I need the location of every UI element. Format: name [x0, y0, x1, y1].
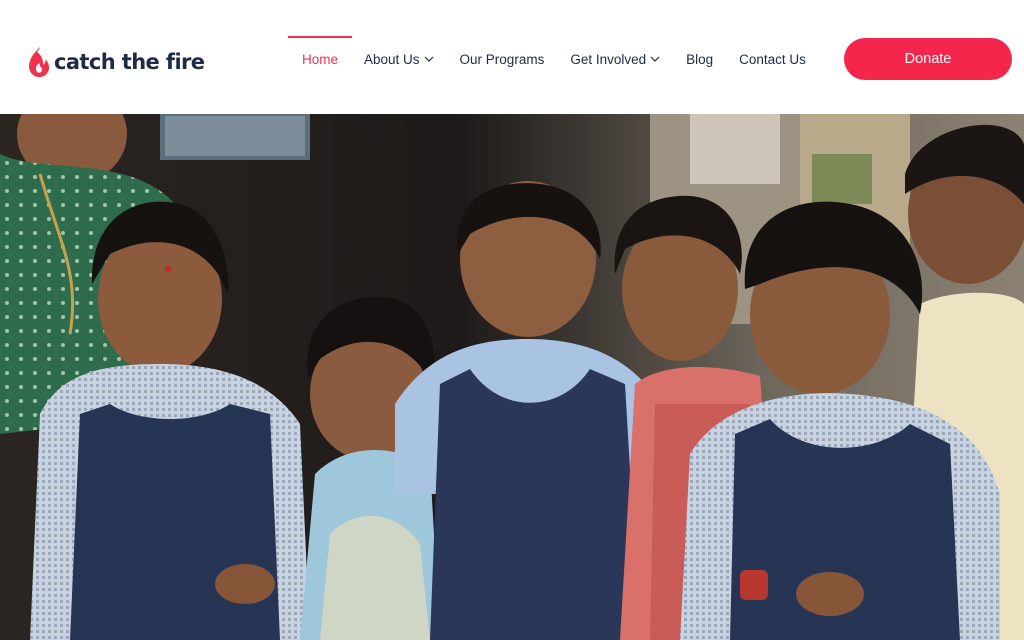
nav-label: Home [302, 51, 339, 67]
flame-icon [29, 47, 49, 77]
nav-item-about-us[interactable]: About Us [364, 36, 434, 82]
nav-item-home[interactable]: Home [288, 36, 353, 82]
nav-label: Blog [686, 51, 714, 67]
logo-text: catch the fire [54, 50, 205, 74]
nav-item-contact-us[interactable]: Contact Us [739, 36, 806, 82]
chevron-down-icon [650, 56, 660, 62]
nav-label: Contact Us [739, 51, 806, 67]
chevron-down-icon [424, 56, 433, 62]
active-indicator [288, 36, 353, 38]
logo[interactable]: catch the fire [28, 44, 205, 80]
children-photo [0, 114, 1024, 640]
main-nav: Home About Us Our Programs Get Involved … [288, 36, 832, 82]
nav-label: About Us [364, 51, 420, 67]
donate-button[interactable]: Donate [844, 38, 1012, 80]
nav-item-blog[interactable]: Blog [686, 36, 713, 82]
nav-item-get-involved[interactable]: Get Involved [570, 36, 660, 82]
nav-label: Our Programs [459, 51, 545, 67]
nav-item-our-programs[interactable]: Our Programs [460, 36, 545, 82]
site-header: catch the fire Home About Us Our Program… [0, 0, 1024, 114]
nav-label: Get Involved [570, 51, 647, 67]
hero-image [0, 114, 1024, 640]
